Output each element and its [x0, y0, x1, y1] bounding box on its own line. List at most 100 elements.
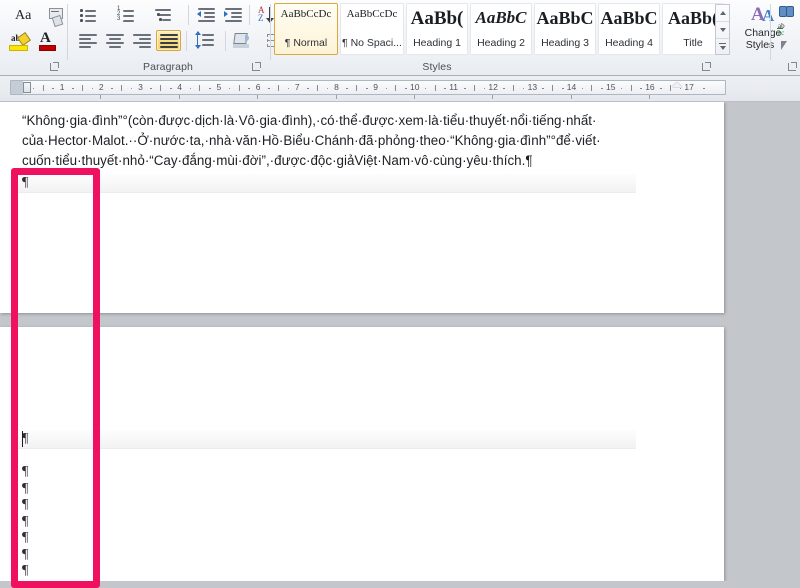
ruler-half-tick	[238, 85, 240, 91]
increase-indent-button[interactable]	[221, 4, 245, 25]
word-window: Aa ab A 1 2 3 A Z Paragraph AaBbCcDc ¶ N…	[0, 0, 800, 588]
ruler-tick-label: 9	[373, 82, 379, 92]
editing-dialog-launcher[interactable]	[787, 62, 798, 73]
ruler-tab-stop[interactable]	[649, 95, 651, 99]
document-page-2[interactable]: ¶ ¶ ¶ ¶ ¶ ¶ ¶ ¶	[0, 327, 724, 581]
ruler-dot	[483, 87, 486, 89]
ruler-dot	[307, 87, 309, 89]
style-preview: AaBbC	[600, 8, 658, 28]
style-item-normal[interactable]: AaBbCcDc ¶ Normal	[274, 3, 338, 55]
ruler-tick-label: 16	[645, 82, 655, 92]
style-preview: AaBb(	[410, 8, 464, 29]
justify-button[interactable]	[156, 30, 181, 51]
hourglass-indent-marker[interactable]	[23, 82, 31, 93]
document-page-1[interactable]: “Không·gia·đình”°(còn·được·dịch·là·Vô·gi…	[0, 102, 724, 313]
right-indent-marker[interactable]	[672, 82, 682, 87]
style-preview: AaBbCcDc	[280, 8, 332, 20]
styles-scrollbar[interactable]	[715, 4, 730, 55]
font-dialog-launcher[interactable]	[49, 62, 60, 73]
align-center-button[interactable]	[102, 30, 127, 51]
ruler-dot	[562, 87, 564, 89]
ruler-dot	[601, 87, 603, 89]
ruler-tick-label: 12	[488, 82, 498, 92]
ruler-half-tick	[160, 85, 162, 91]
ruler-dot	[464, 87, 466, 89]
styles-scroll-down-button[interactable]	[716, 22, 729, 39]
ruler-dot	[268, 87, 270, 89]
find-button[interactable]	[775, 2, 797, 19]
style-item-heading-1[interactable]: AaBb(Heading 1	[406, 3, 468, 55]
more-styles-icon	[719, 43, 726, 45]
numbering-button[interactable]: 1 2 3	[113, 4, 138, 25]
font-color-button[interactable]: A	[36, 30, 63, 51]
style-label: Heading 4	[605, 37, 653, 49]
cursor-line-row[interactable]	[12, 430, 636, 449]
horizontal-ruler[interactable]: 1 2 3 4 5 6 7 8 9 10 11 12 13 14 15 16 17	[10, 80, 726, 95]
ruler-dot	[385, 87, 388, 89]
bullets-button[interactable]	[75, 4, 100, 25]
ruler-half-tick	[42, 85, 44, 91]
styles-scroll-up-button[interactable]	[716, 5, 729, 22]
decrease-indent-button[interactable]	[194, 4, 218, 25]
ruler-dot	[111, 87, 113, 89]
ruler-tick-label: 6	[255, 82, 261, 92]
style-label: ¶ Normal	[284, 37, 328, 49]
replace-button[interactable]: ab ac	[775, 20, 797, 37]
ruler-tab-stop[interactable]	[414, 95, 415, 99]
ruler-tab-stop[interactable]	[335, 95, 337, 99]
shading-button[interactable]	[230, 30, 255, 51]
ruler-dot	[248, 87, 250, 89]
styles-dialog-launcher[interactable]	[701, 62, 712, 73]
ruler-dot	[150, 87, 152, 89]
style-item-heading-4[interactable]: AaBbC Heading 4	[598, 3, 660, 55]
ruler-dot	[522, 87, 525, 89]
ruler-tab-stop[interactable]	[492, 95, 494, 99]
line-spacing-button[interactable]	[192, 30, 217, 51]
ruler-dot	[287, 87, 290, 89]
ribbon-group-editing: ab ac	[772, 0, 800, 76]
ruler-half-tick	[513, 85, 514, 91]
ruler-tab-stop[interactable]	[570, 95, 572, 99]
ruler-dot	[660, 87, 662, 89]
ribbon-group-styles: AaBbCcDc ¶ Normal AaBbCcDc ¶ No Spaci... AaB…	[272, 0, 781, 76]
change-case-icon: Aa	[15, 8, 32, 23]
ruler-tick-label: 17	[684, 82, 694, 92]
document-canvas[interactable]: “Không·gia·đình”°(còn·được·dịch·là·Vô·gi…	[0, 102, 800, 581]
ruler-tab-stop[interactable]	[178, 95, 180, 99]
style-item-heading-2[interactable]: AaBbC Heading 2	[470, 3, 532, 55]
ruler-tick-label: 3	[138, 82, 143, 92]
style-preview: AaBbC	[475, 8, 527, 27]
ruler-tab-stop[interactable]	[100, 95, 102, 99]
ruler-half-tick	[199, 85, 201, 91]
clear-formatting-button[interactable]	[45, 4, 67, 28]
ribbon: Aa ab A 1 2 3 A Z Paragraph AaBbCcDc ¶ N…	[0, 0, 800, 76]
ruler-dot	[444, 87, 446, 89]
ruler-left-margin	[11, 81, 23, 94]
ruler-dot	[405, 87, 407, 89]
change-case-button[interactable]: Aa	[8, 4, 41, 26]
multilevel-list-button[interactable]	[151, 4, 176, 25]
select-button[interactable]	[775, 38, 797, 55]
ruler-dot	[424, 87, 427, 89]
ruler-tab-stop[interactable]	[257, 95, 259, 99]
ruler-half-tick	[81, 85, 83, 91]
empty-paragraph-row[interactable]	[12, 174, 636, 193]
ruler-tick-label: 1	[59, 82, 65, 92]
text-highlight-color-button[interactable]: ab	[6, 30, 34, 51]
ruler-half-tick	[317, 85, 318, 91]
style-label: Title	[683, 37, 703, 49]
style-preview: AaBb(	[667, 8, 718, 28]
ruler-half-tick	[630, 85, 632, 91]
ruler-tick-label: 4	[177, 82, 183, 92]
ruler-dot	[72, 87, 74, 89]
style-item-heading-3[interactable]: AaBbC Heading 3	[534, 3, 596, 55]
style-item-no-spaci[interactable]: AaBbCcDc ¶ No Spaci...	[340, 3, 404, 55]
ruler-dot	[228, 87, 231, 89]
styles-more-button[interactable]	[716, 39, 729, 54]
align-right-button[interactable]	[129, 30, 154, 51]
ruler-half-tick	[591, 85, 593, 91]
align-left-button[interactable]	[75, 30, 100, 51]
style-preview: AaBbCcDc	[346, 8, 398, 20]
ruler-area: 1 2 3 4 5 6 7 8 9 10 11 12 13 14 15 16 17	[0, 76, 800, 102]
style-preview: AaBbC	[536, 8, 594, 28]
